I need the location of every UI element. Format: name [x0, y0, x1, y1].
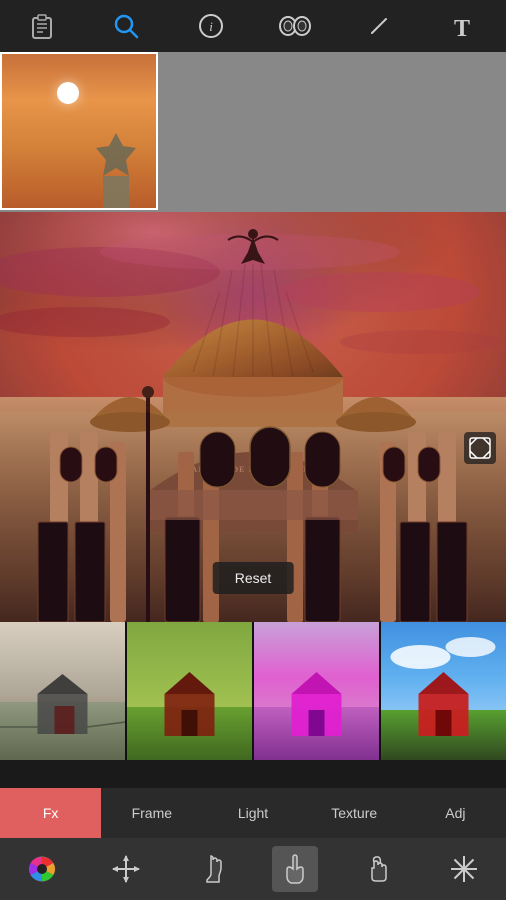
- tab-texture[interactable]: Texture: [304, 788, 405, 838]
- gesture-icon[interactable]: [356, 846, 402, 892]
- pen-icon[interactable]: [359, 6, 399, 46]
- thumbnail-area: [0, 52, 506, 212]
- bottom-icon-bar: [0, 838, 506, 900]
- tab-frame[interactable]: Frame: [101, 788, 202, 838]
- touch-icon[interactable]: [272, 846, 318, 892]
- filter-vivid-preview: [381, 622, 506, 760]
- reset-button[interactable]: Reset: [213, 562, 294, 594]
- expand-arrows-icon: [469, 437, 491, 459]
- tab-fx[interactable]: Fx: [0, 788, 101, 838]
- search-icon[interactable]: [106, 6, 146, 46]
- color-wheel-icon[interactable]: [19, 846, 65, 892]
- svg-text:T: T: [454, 16, 470, 40]
- expand-icon[interactable]: [464, 432, 496, 464]
- move-icon[interactable]: [103, 846, 149, 892]
- filter-warm-preview: [127, 622, 252, 760]
- info-icon[interactable]: i: [191, 6, 231, 46]
- svg-text:i: i: [209, 19, 213, 34]
- filter-vivid[interactable]: [381, 622, 506, 760]
- thumb-sun: [57, 82, 79, 104]
- filter-strip: [0, 622, 506, 760]
- clipboard-icon[interactable]: [22, 6, 62, 46]
- tab-light[interactable]: Light: [202, 788, 303, 838]
- building-svg: PALACIO DE BELLAS ARTES: [0, 212, 506, 622]
- thumb-statue: [81, 128, 151, 208]
- filter-purple-preview: [254, 622, 379, 760]
- filter-purple[interactable]: [254, 622, 379, 760]
- star-icon[interactable]: [441, 846, 487, 892]
- grey-area: [158, 52, 506, 210]
- tab-adj[interactable]: Adj: [405, 788, 506, 838]
- bottom-tab-bar: Fx Frame Light Texture Adj: [0, 788, 506, 838]
- thumbnail-image[interactable]: [0, 52, 158, 210]
- mask-icon[interactable]: [275, 6, 315, 46]
- main-image: PALACIO DE BELLAS ARTES: [0, 212, 506, 622]
- filter-bw-preview: [0, 622, 125, 760]
- top-toolbar: i T: [0, 0, 506, 52]
- text-icon[interactable]: T: [444, 6, 484, 46]
- filter-bw[interactable]: [0, 622, 125, 760]
- filter-warm[interactable]: [127, 622, 252, 760]
- hand-icon[interactable]: [188, 846, 234, 892]
